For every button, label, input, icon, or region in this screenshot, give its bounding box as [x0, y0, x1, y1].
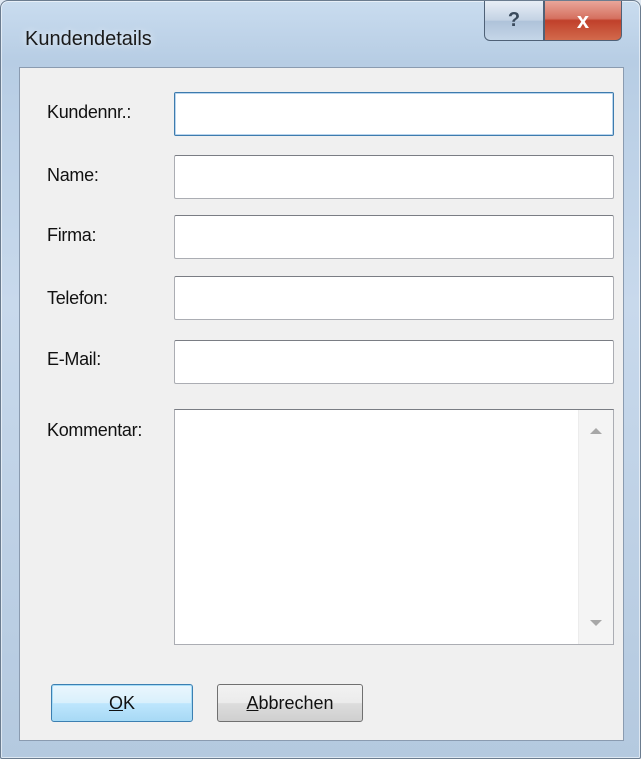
company-label: Firma: [47, 225, 97, 245]
close-button[interactable]: x [544, 1, 622, 41]
window-title: Kundendetails [25, 28, 152, 50]
cancel-button[interactable]: Abbrechen [217, 684, 363, 722]
scroll-down-icon[interactable] [590, 620, 602, 626]
dialog-window: Kundendetails ? x Kundennr.: Name: Firma… [0, 0, 641, 759]
customer-number-label: Kundennr.: [47, 102, 132, 122]
help-icon: ? [507, 9, 521, 31]
title-bar[interactable]: Kundendetails ? x [1, 1, 640, 67]
phone-input[interactable] [175, 277, 613, 319]
ok-label-rest: K [123, 692, 136, 713]
comment-scrollbar[interactable] [578, 410, 613, 644]
cancel-label-rest: bbrechen [258, 692, 334, 713]
company-input[interactable] [175, 216, 613, 258]
email-label: E-Mail: [47, 349, 101, 369]
name-field[interactable] [174, 155, 614, 199]
phone-label: Telefon: [47, 288, 108, 308]
email-input[interactable] [175, 341, 613, 383]
email-field[interactable] [174, 340, 614, 384]
dialog-body: Kundennr.: Name: Firma: Telefon: E-Mail:… [19, 67, 624, 741]
comment-memo[interactable] [174, 409, 614, 645]
company-field[interactable] [174, 215, 614, 259]
ok-mnemonic: O [108, 692, 123, 713]
scroll-up-icon[interactable] [590, 428, 602, 434]
customer-number-input[interactable] [175, 93, 613, 135]
ok-button[interactable]: OK [51, 684, 193, 722]
help-button[interactable]: ? [484, 1, 544, 41]
name-input[interactable] [175, 156, 613, 198]
comment-textarea[interactable] [175, 410, 579, 644]
cancel-mnemonic: A [246, 692, 259, 713]
customer-number-field[interactable] [174, 92, 614, 136]
phone-field[interactable] [174, 276, 614, 320]
name-label: Name: [47, 165, 99, 185]
comment-label: Kommentar: [47, 420, 143, 440]
close-icon: x [576, 7, 590, 33]
